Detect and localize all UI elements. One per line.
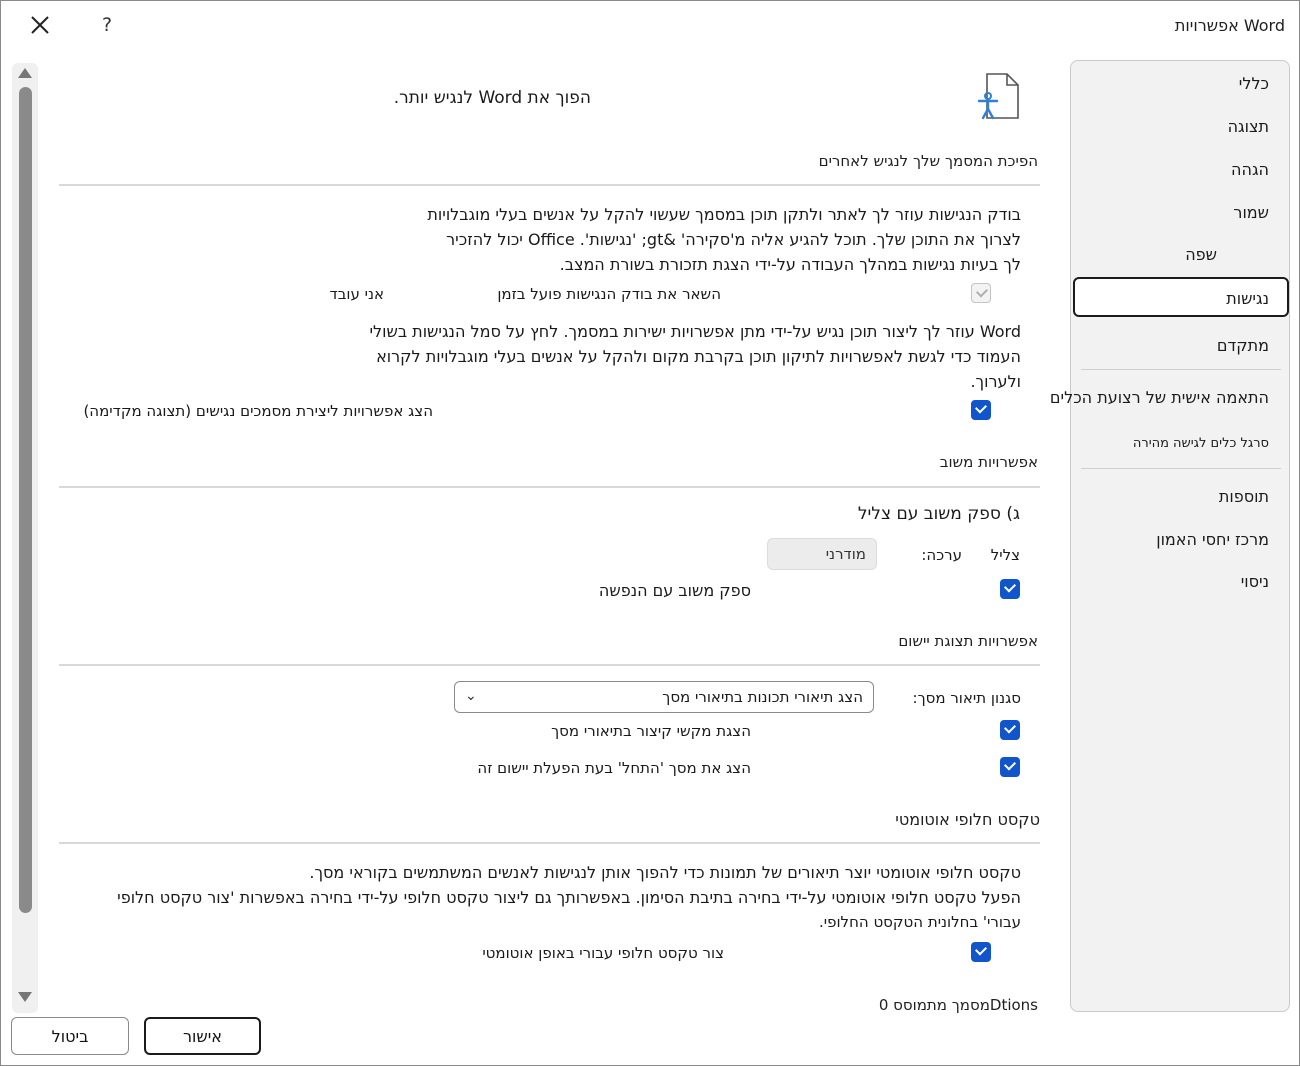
sidebar: כללי תצוגה הגהה שמור שפה נגישות מתקדם הת… [1050,60,1290,1012]
page-heading: הפוך את Word לנגיש יותר. [393,88,591,108]
show-accessibility-options-label: הצג אפשרויות ליצירת מסמכים נגישים (תצוגה… [83,402,433,420]
chevron-down-icon: ⌄ [465,688,477,704]
section-divider [59,664,1040,666]
keep-checker-label: השאר את בודק הנגישות פועל בזמן [497,285,721,303]
ok-button[interactable]: אישור [144,1017,261,1055]
sidebar-item-advanced[interactable]: מתקדם [1217,336,1269,355]
sidebar-item-trust-center[interactable]: מרכז יחסי האמון [1156,530,1269,549]
sound-theme-select[interactable]: מודרני [767,538,877,570]
keep-checker-suffix: אני עובד [329,285,385,303]
alt-text-description: טקסט חלופי אוטומטי יוצר תיאורים של תמונו… [117,863,1021,931]
cancel-button[interactable]: ביטול [11,1017,129,1055]
in-document-description: Word עוזר לך ליצור תוכן נגיש על-ידי מתן … [369,322,1021,391]
screentip-style-value: הצג תיאורי תכונות בתיאורי מסך [662,688,863,706]
dialog-title: אפשרויות Word [1174,16,1285,35]
section-title-display: אפשרויות תצוגת יישום [898,632,1038,650]
animation-feedback-checkbox[interactable] [1000,579,1020,599]
sidebar-item-experiment[interactable]: ניסוי [1241,572,1269,591]
auto-alt-text-label: צור טקסט חלופי עבורי באופן אוטומטי [482,944,724,962]
sidebar-divider [1081,468,1281,469]
sidebar-item-quick-access-toolbar[interactable]: סרגל כלים לגישה מהירה [1133,436,1269,451]
theme-label: ערכה: [921,546,962,564]
sidebar-item-accessibility[interactable]: נגישות [1226,289,1269,308]
section-title-feedback: אפשרויות משוב [939,453,1038,471]
shortcut-keys-checkbox[interactable] [1000,720,1020,740]
sidebar-item-general[interactable]: כללי [1239,74,1269,93]
sidebar-item-proofing[interactable]: הגהה [1231,160,1269,179]
animation-feedback-label: ספק משוב עם הנפשה [598,581,751,600]
section-divider [59,184,1040,186]
section-title-accessible: הפיכת המסמך שלך לנגיש לאחרים [818,152,1038,170]
sidebar-item-add-ins[interactable]: תוספות [1219,487,1269,506]
accessibility-document-icon [977,73,1019,120]
start-screen-checkbox[interactable] [1000,757,1020,777]
section-divider [59,486,1040,488]
auto-alt-text-checkbox[interactable] [971,942,991,962]
sidebar-item-language[interactable]: שפה [1185,245,1217,264]
sidebar-item-customize-ribbon[interactable]: התאמה אישית של רצועת הכלים [1050,388,1269,407]
options-content: הפוך את Word לנגיש יותר. הפיכת המסמך שלך… [1,1,1061,1065]
show-accessibility-options-checkbox[interactable] [971,400,991,420]
sound-theme-value: מודרני [825,545,866,563]
screentip-style-label: סגנון תיאור מסך: [912,689,1021,707]
sidebar-item-display[interactable]: תצוגה [1228,117,1269,136]
shortcut-keys-label: הצגת מקשי קיצור בתיאורי מסך [551,722,751,740]
sidebar-item-save[interactable]: שמור [1233,203,1269,222]
word-options-dialog: אפשרויות Word ? כללי תצוגה הגהה שמור שפה… [0,0,1300,1066]
screentip-style-select[interactable]: הצג תיאורי תכונות בתיאורי מסך ⌄ [454,681,874,713]
sound-feedback-heading[interactable]: ג) ספק משוב עם צליל [858,504,1020,524]
start-screen-label: הצג את מסך 'התחל' בעת הפעלת יישום זה [477,759,751,777]
section-divider [59,842,1040,844]
section-title-document: מסמך מתמוסס 0Dtions [878,996,1038,1014]
checker-description: בודק הנגישות עוזר לך לאתר ולתקן תוכן במס… [427,205,1021,274]
keep-checker-checkbox[interactable] [971,283,991,303]
sidebar-divider [1081,369,1281,370]
sound-label: צליל [990,546,1020,564]
section-title-alt-text: טקסט חלופי אוטומטי [895,810,1040,829]
